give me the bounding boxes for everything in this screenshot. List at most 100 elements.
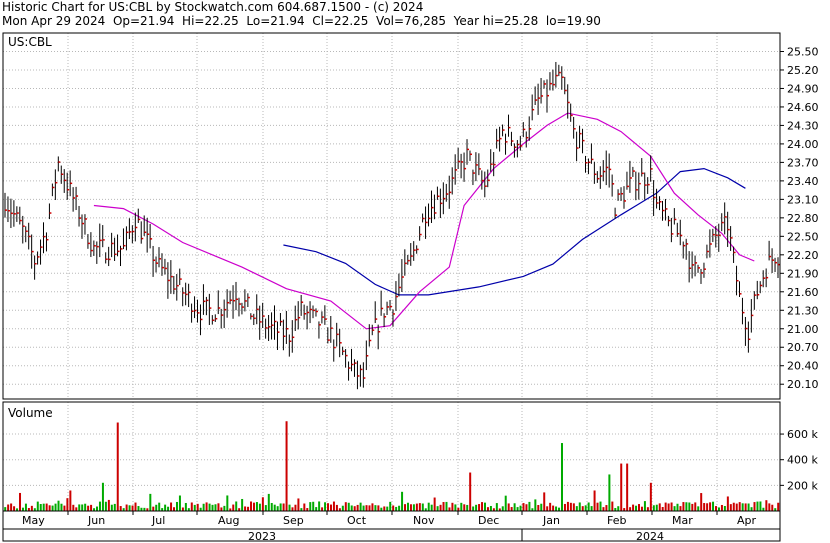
volume-bar — [60, 503, 63, 511]
volume-bar — [436, 506, 439, 511]
volume-grid: 600 k 400 k 200 k — [3, 428, 818, 492]
volume-bar — [643, 501, 646, 511]
volume-bar — [184, 502, 187, 511]
price-tick-label: 21.30 — [787, 304, 819, 317]
volume-bar — [398, 505, 401, 511]
volume-bar — [335, 504, 338, 511]
month-label: Apr — [737, 514, 757, 527]
volume-bar — [510, 507, 513, 511]
volume-bar — [392, 505, 395, 511]
volume-bar — [36, 501, 39, 511]
volume-bar — [107, 499, 110, 511]
volume-bar — [682, 502, 685, 511]
volume-bar — [362, 505, 365, 511]
volume-bar — [661, 507, 664, 511]
volume-bar — [42, 503, 45, 511]
volume-bar — [483, 502, 486, 511]
volume-bar — [87, 505, 90, 511]
volume-bar — [726, 496, 729, 511]
volume-bar — [282, 503, 285, 511]
volume-bar — [451, 502, 454, 511]
volume-bar — [587, 502, 590, 511]
volume-bar — [30, 505, 33, 511]
volume-bar — [673, 506, 676, 511]
price-tick-label: 25.20 — [787, 64, 819, 77]
volume-bar — [608, 474, 611, 511]
volume-bar — [646, 507, 649, 511]
volume-bar — [347, 502, 350, 511]
volume-bar — [658, 503, 661, 511]
volume-bar — [593, 490, 596, 511]
volume-bar — [406, 502, 409, 511]
volume-bar — [640, 506, 643, 511]
volume-bar — [193, 504, 196, 511]
moving-average-short — [93, 112, 755, 330]
volume-bar — [486, 507, 489, 511]
volume-bar — [709, 502, 712, 511]
volume-bar — [104, 501, 107, 511]
volume-bar — [368, 505, 371, 511]
month-label: Aug — [218, 514, 239, 527]
volume-bar — [543, 492, 546, 511]
volume-bar — [389, 501, 392, 511]
volume-bar — [270, 502, 273, 511]
volume-bar — [371, 503, 374, 511]
volume-bar — [321, 507, 324, 511]
volume-bar — [720, 504, 723, 511]
volume-bar — [427, 502, 430, 511]
moving-average-long — [283, 167, 746, 296]
volume-bar — [327, 503, 330, 511]
volume-bar — [96, 506, 99, 511]
volume-bar — [729, 504, 732, 511]
volume-bar — [569, 502, 572, 511]
volume-bar — [581, 506, 584, 511]
volume-bar — [664, 502, 667, 511]
volume-bar — [329, 504, 332, 511]
volume-bar — [638, 504, 641, 511]
volume-bar — [448, 507, 451, 511]
volume-bar — [66, 498, 69, 511]
volume-bar — [175, 501, 178, 511]
volume-bar — [318, 501, 321, 511]
volume-bar — [110, 504, 113, 511]
volume-bar — [412, 504, 415, 511]
volume-bar — [39, 503, 42, 511]
month-label: Jun — [87, 514, 105, 527]
volume-bar — [48, 505, 51, 511]
volume-bar — [620, 463, 623, 511]
volume-bar — [549, 502, 552, 511]
price-tick-label: 20.10 — [787, 378, 819, 391]
volume-bar — [90, 504, 93, 511]
volume-bar — [84, 503, 87, 511]
volume-bar — [756, 501, 759, 511]
volume-bar — [285, 421, 288, 511]
volume-bar — [244, 506, 247, 511]
volume-bar — [63, 505, 66, 511]
volume-bar — [489, 505, 492, 511]
volume-bar — [261, 497, 264, 511]
price-tick-label: 24.90 — [787, 82, 819, 95]
volume-bar — [617, 506, 620, 511]
volume-bar — [303, 503, 306, 511]
price-tick-label: 20.70 — [787, 341, 819, 354]
month-label: Nov — [413, 514, 435, 527]
volume-bar — [190, 502, 193, 511]
volume-bar — [747, 503, 750, 511]
volume-bar — [679, 506, 682, 511]
volume-bar — [223, 505, 226, 511]
volume-bar — [685, 502, 688, 511]
volume-bar — [537, 505, 540, 511]
volume-bar — [771, 504, 774, 511]
volume-bar — [507, 503, 510, 511]
volume-bar — [460, 502, 463, 511]
volume-bar — [365, 505, 368, 511]
volume-bar — [152, 506, 155, 511]
volume-bar — [528, 501, 531, 511]
volume-bar — [611, 501, 614, 511]
volume-bar — [501, 506, 504, 511]
price-tick-label: 25.50 — [787, 45, 819, 58]
volume-tick-label: 400 k — [787, 454, 818, 467]
volume-bar — [181, 507, 184, 511]
volume-bar — [575, 506, 578, 511]
volume-bar — [572, 503, 575, 511]
